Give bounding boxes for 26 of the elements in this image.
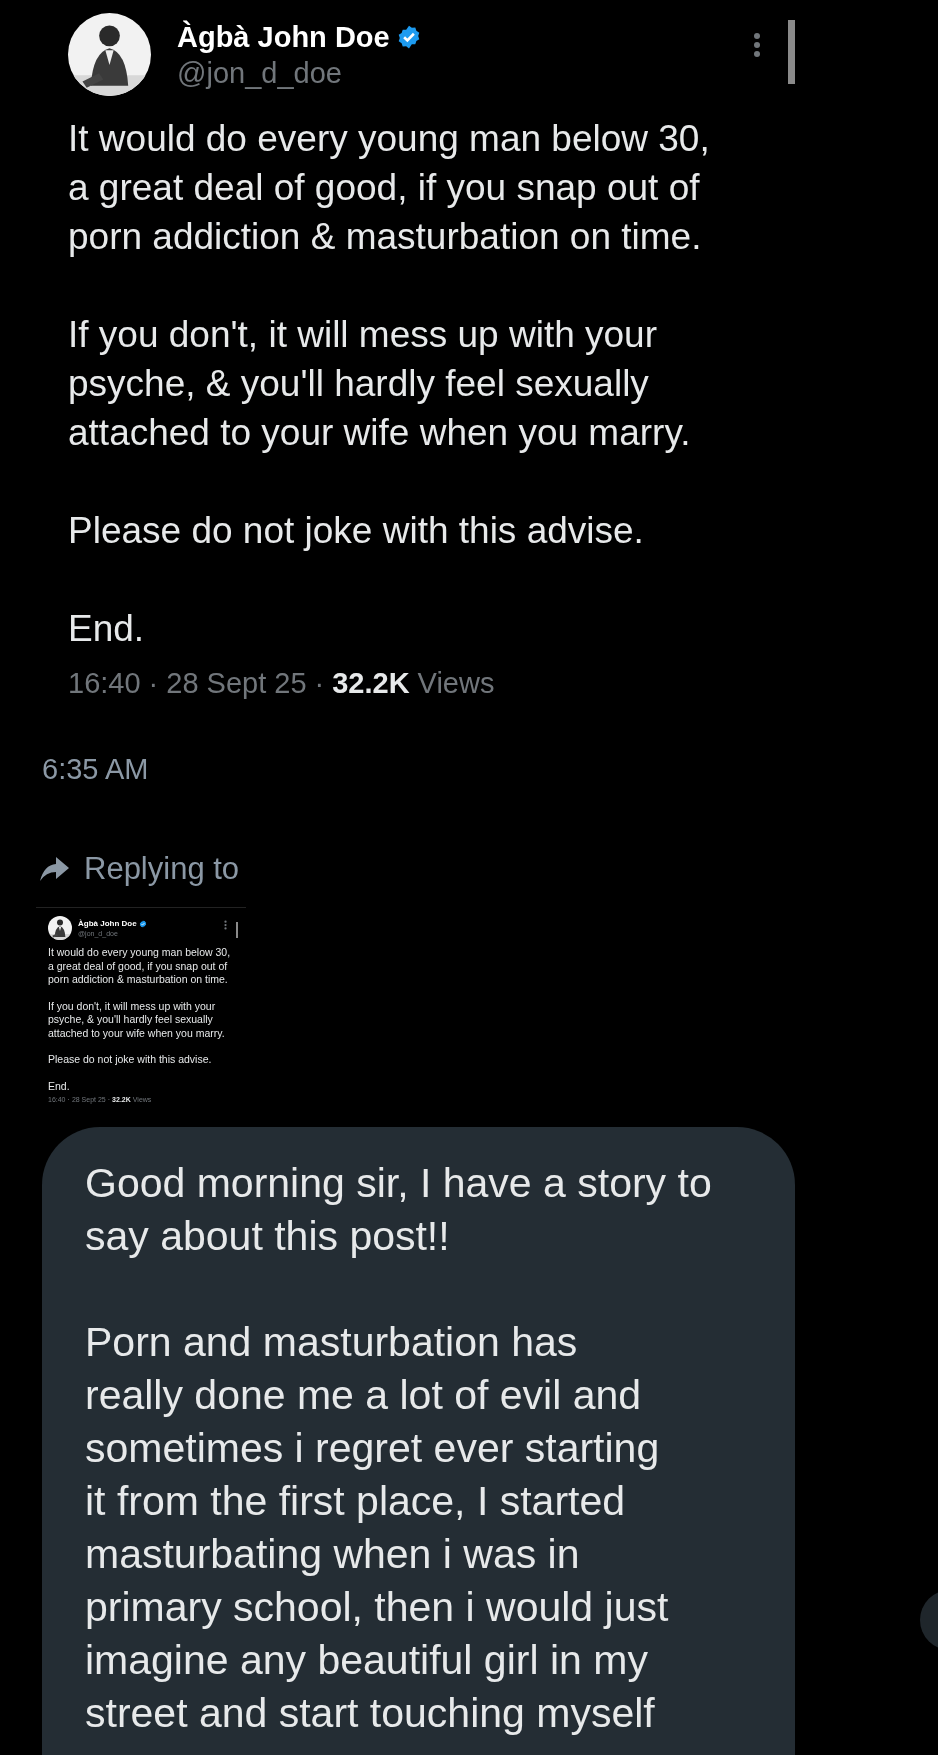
more-options-icon[interactable]	[224, 920, 227, 930]
author-name: Àgbà John Doe	[177, 19, 390, 55]
more-options-icon[interactable]	[753, 32, 761, 58]
tweet-date: 28 Sept 25	[166, 666, 307, 701]
scrollbar	[788, 20, 795, 84]
author-name: Àgbà John Doe	[78, 918, 137, 929]
tweet-text: It would do every young man below 30, a great deal of good, if you snap out of porn addiction & masturbation on time.	[68, 117, 711, 259]
reply-arrow-icon	[38, 855, 70, 883]
tweet-text: End.	[48, 1079, 71, 1093]
tweet-text: If you don't, it will mess up with your psyche, & you'll hardly feel sexually attached to your wife when you marry.	[48, 999, 226, 1040]
tweet-text: Please do not joke with this advise.	[48, 1053, 213, 1067]
separator: ·	[314, 666, 325, 701]
view-count: 32.2K	[332, 666, 410, 701]
tweet-text: End.	[68, 607, 146, 651]
tweet-text: Please do not joke with this advise.	[68, 509, 645, 553]
author-handle: @jon_d_doe	[177, 55, 343, 91]
replying-to-label: Replying to	[84, 850, 240, 888]
tweet-time: 16:40	[68, 666, 141, 701]
message-text: Porn and masturbation has really done me a lot of evil and sometimes i regret ever starting it from the first place, I started masturbating when i was in primary school, then i would just imagine any beautiful girl in my street and start touching myself	[85, 1318, 670, 1738]
tweet-text: If you don't, it will mess up with your psyche, & you'll hardly feel sexually attached to your wife when you marry.	[68, 313, 692, 455]
message-time: 6:35 AM	[42, 752, 149, 787]
views-label: Views	[417, 666, 495, 701]
separator: ·	[148, 666, 159, 701]
scrollbar	[236, 922, 238, 938]
message-text: Good morning sir, I have a story to say about this post!!	[85, 1159, 713, 1261]
tweet-text: It would do every young man below 30, a great deal of good, if you snap out of porn addiction & masturbation on time.	[48, 946, 232, 987]
